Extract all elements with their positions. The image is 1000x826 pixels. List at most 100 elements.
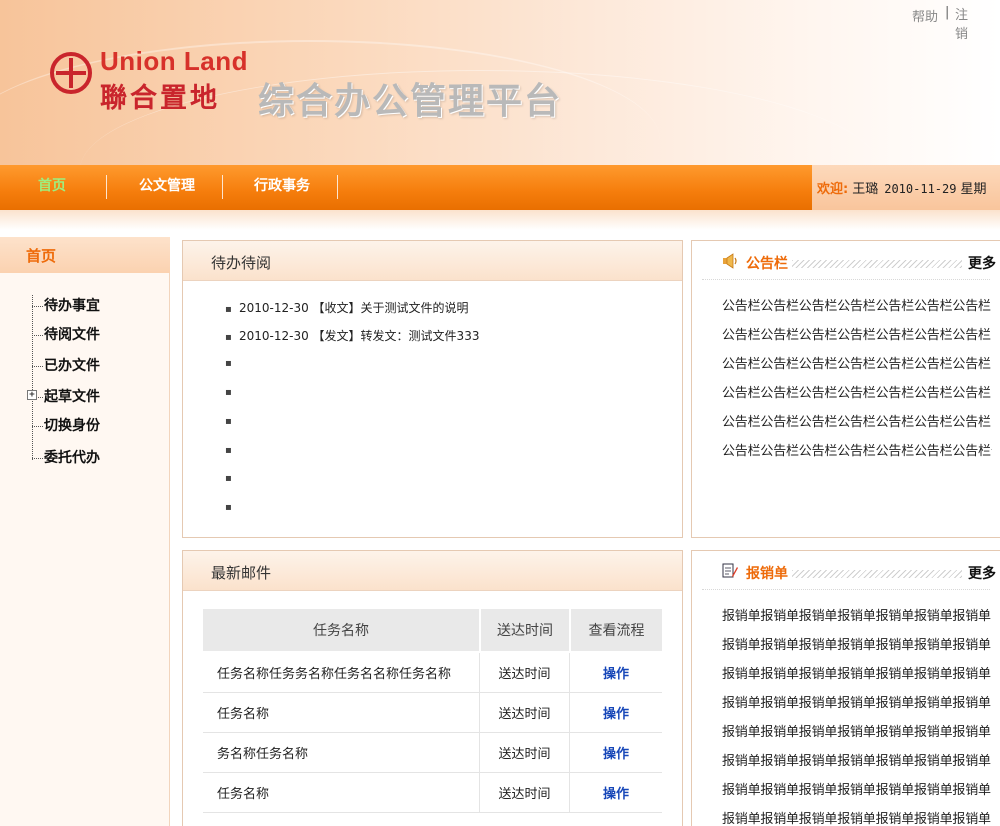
todo-item: ▪ xyxy=(225,416,232,427)
sidebar-item-label: 切换身份 xyxy=(44,418,100,434)
current-weekday: 星期 xyxy=(960,182,987,197)
todo-item[interactable]: ▪ 2010-12-30 【收文】关于测试文件的说明 xyxy=(225,299,469,319)
sidebar-item-switch-identity[interactable]: 切换身份 xyxy=(32,415,100,435)
view-flow-cell: 操作 xyxy=(569,653,662,693)
expense-line: 报销单报销单报销单报销单报销单报销单报销单 xyxy=(722,638,991,653)
todo-item: ▪ xyxy=(225,358,232,369)
todo-item-text: 2010-12-30 【发文】转发文：测试文件333 xyxy=(239,329,480,343)
expense-more-link[interactable]: 更多 xyxy=(968,563,996,583)
notice-more-link[interactable]: 更多 xyxy=(968,253,996,273)
sidebar-item-label: 已办文件 xyxy=(44,358,100,374)
todo-panel-header: 待办待阅 xyxy=(183,241,682,281)
column-header-view-flow: 查看流程 xyxy=(569,609,662,653)
mail-panel-title: 最新邮件 xyxy=(211,564,272,582)
speaker-icon xyxy=(723,253,737,269)
expense-title: 报销单 xyxy=(746,566,788,582)
platform-title: 综合办公管理平台 xyxy=(258,81,563,122)
nav-separator xyxy=(337,175,338,199)
table-row: 任务名称 送达时间 操作 xyxy=(203,693,662,733)
expense-content: 报销单报销单报销单报销单报销单报销单报销单 报销单报销单报销单报销单报销单报销单… xyxy=(722,605,992,826)
mail-table: 任务名称 送达时间 查看流程 任务名称任务务名称任务名名称任务名称 送达时间 操… xyxy=(203,609,662,813)
expense-line: 报销单报销单报销单报销单报销单报销单报销单 xyxy=(722,609,991,624)
todo-item[interactable]: ▪ 2010-12-30 【发文】转发文：测试文件333 xyxy=(225,327,479,347)
sidebar-item-label: 委托代办 xyxy=(44,450,100,466)
sidebar-item-to-read[interactable]: 待阅文件 xyxy=(32,324,100,344)
logout-link[interactable]: 注销 xyxy=(955,6,971,44)
operate-link[interactable]: 操作 xyxy=(603,667,629,682)
header-hatch xyxy=(792,260,962,268)
sidebar: 首页 待办事宜 待阅文件 已办文件 + 起草文件 切换身份 委托代办 xyxy=(0,237,170,826)
expense-line: 报销单报销单报销单报销单报销单报销单报销单 xyxy=(722,783,991,798)
mail-panel: 最新邮件 任务名称 送达时间 查看流程 任务名称任务务名称任务名名称任务名称 送… xyxy=(182,550,683,826)
arrival-time-cell: 送达时间 xyxy=(479,653,569,693)
nav-item-documents[interactable]: 公文管理 xyxy=(120,165,214,210)
todo-item-text: 2010-12-30 【收文】关于测试文件的说明 xyxy=(239,301,469,315)
table-row: 务名称任务名称 送达时间 操作 xyxy=(203,733,662,773)
nav-shadow xyxy=(0,210,1000,230)
sidebar-item-label: 起草文件 xyxy=(44,389,100,405)
expense-line: 报销单报销单报销单报销单报销单报销单报销单 xyxy=(722,696,991,711)
welcome-label: 欢迎: xyxy=(817,182,849,197)
task-name-cell: 任务名称任务务名称任务名名称任务名称 xyxy=(203,653,479,693)
expense-panel: 报销单 更多 报销单报销单报销单报销单报销单报销单报销单 报销单报销单报销单报销… xyxy=(691,550,1000,826)
column-header-task-name: 任务名称 xyxy=(203,609,479,653)
todo-item: ▪ xyxy=(225,387,232,398)
view-flow-cell: 操作 xyxy=(569,693,662,733)
tree-guide-line xyxy=(32,295,33,460)
operate-link[interactable]: 操作 xyxy=(603,787,629,802)
task-name-cell: 任务名称 xyxy=(203,773,479,813)
sidebar-item-done[interactable]: 已办文件 xyxy=(32,355,100,375)
operate-link[interactable]: 操作 xyxy=(603,747,629,762)
header-banner: Union Land 聯合置地 综合办公管理平台 帮助 | 注销 xyxy=(0,0,1000,165)
sidebar-item-delegate[interactable]: 委托代办 xyxy=(32,447,100,467)
divider xyxy=(702,279,990,280)
sidebar-title: 首页 xyxy=(26,247,57,265)
notice-line: 公告栏公告栏公告栏公告栏公告栏公告栏公告栏 xyxy=(722,357,991,372)
notice-line: 公告栏公告栏公告栏公告栏公告栏公告栏公告栏 xyxy=(722,415,991,430)
expense-line: 报销单报销单报销单报销单报销单报销单报销单 xyxy=(722,754,991,769)
expense-line: 报销单报销单报销单报销单报销单报销单报销单 xyxy=(722,667,991,682)
nav-separator xyxy=(222,175,223,199)
table-row: 任务名称 送达时间 操作 xyxy=(203,773,662,813)
expense-line: 报销单报销单报销单报销单报销单报销单报销单 xyxy=(722,812,991,826)
operate-link[interactable]: 操作 xyxy=(603,707,629,722)
notice-line: 公告栏公告栏公告栏公告栏公告栏公告栏公告栏 xyxy=(722,328,991,343)
notice-line: 公告栏公告栏公告栏公告栏公告栏公告栏公告栏 xyxy=(722,386,991,401)
welcome-text: 欢迎: 王璐 2010-11-29 星期 xyxy=(817,178,986,197)
expand-plus-icon[interactable]: + xyxy=(27,390,37,400)
notice-title: 公告栏 xyxy=(746,256,788,272)
notice-line: 公告栏公告栏公告栏公告栏公告栏公告栏公告栏公 xyxy=(722,444,992,459)
table-row: 任务名称任务务名称任务名名称任务名称 送达时间 操作 xyxy=(203,653,662,693)
nav-separator xyxy=(106,175,107,199)
task-name-cell: 任务名称 xyxy=(203,693,479,733)
logo-text-zh: 聯合置地 xyxy=(100,83,220,114)
notice-content: 公告栏公告栏公告栏公告栏公告栏公告栏公告栏 公告栏公告栏公告栏公告栏公告栏公告栏… xyxy=(722,295,992,469)
nav-item-home[interactable]: 首页 xyxy=(14,165,90,210)
view-flow-cell: 操作 xyxy=(569,733,662,773)
mail-panel-header: 最新邮件 xyxy=(183,551,682,591)
task-name-cell: 务名称任务名称 xyxy=(203,733,479,773)
todo-panel: 待办待阅 ▪ 2010-12-30 【收文】关于测试文件的说明 ▪ 2010-12-… xyxy=(182,240,683,538)
notice-panel-header: 公告栏 更多 xyxy=(692,241,1000,279)
sidebar-item-draft[interactable]: + 起草文件 xyxy=(27,386,100,406)
table-header-row: 任务名称 送达时间 查看流程 xyxy=(203,609,662,653)
divider xyxy=(702,589,990,590)
arrival-time-cell: 送达时间 xyxy=(479,733,569,773)
todo-item: ▪ xyxy=(225,473,232,484)
header-hatch xyxy=(792,570,962,578)
todo-item: ▪ xyxy=(225,502,232,513)
help-link[interactable]: 帮助 xyxy=(912,6,942,25)
expense-panel-header: 报销单 更多 xyxy=(692,551,1000,589)
logo-text-en: Union Land xyxy=(100,46,248,76)
nav-item-admin[interactable]: 行政事务 xyxy=(236,165,328,210)
arrival-time-cell: 送达时间 xyxy=(479,693,569,733)
sidebar-item-label: 待阅文件 xyxy=(44,327,100,343)
notice-panel: 公告栏 更多 公告栏公告栏公告栏公告栏公告栏公告栏公告栏 公告栏公告栏公告栏公告… xyxy=(691,240,1000,538)
column-header-arrival-time: 送达时间 xyxy=(479,609,569,653)
sidebar-header: 首页 xyxy=(0,237,170,273)
arrival-time-cell: 送达时间 xyxy=(479,773,569,813)
sidebar-item-todo[interactable]: 待办事宜 xyxy=(32,295,100,315)
current-date: 2010-11-29 xyxy=(884,182,957,196)
edit-document-icon xyxy=(722,563,738,578)
nav-menu: 首页 公文管理 行政事务 xyxy=(0,165,812,210)
